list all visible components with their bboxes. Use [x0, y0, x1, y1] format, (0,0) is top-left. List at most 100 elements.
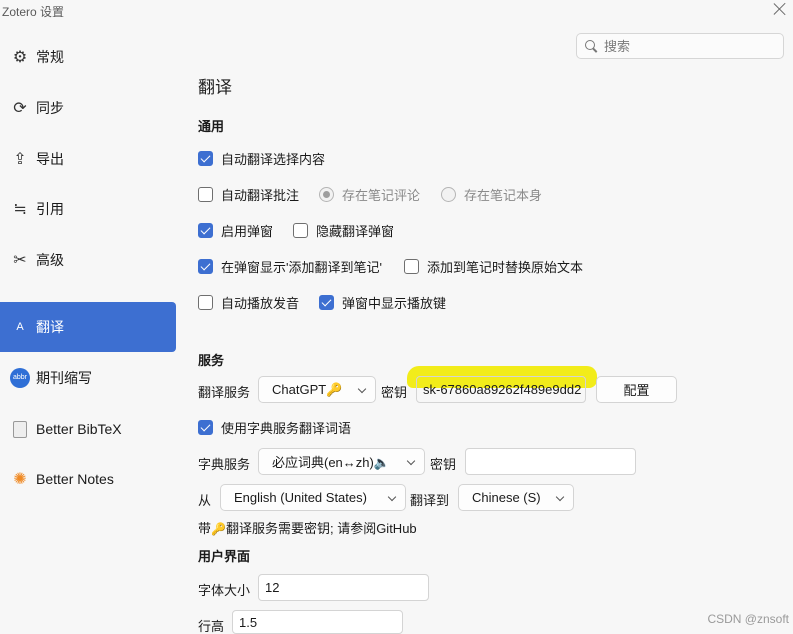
checkbox-unchecked[interactable]	[198, 295, 213, 310]
checkbox-label: 弹窗中显示播放键	[342, 296, 447, 311]
dropdown-value: ChatGPT🔑	[272, 381, 343, 397]
radio-label: 存在笔记本身	[464, 188, 543, 203]
checkbox-label: 自动翻译选择内容	[221, 152, 326, 167]
sidebar-item-label: 翻译	[36, 319, 64, 335]
line-height-input[interactable]: 1.5	[232, 610, 403, 634]
checkbox-label: 隐藏翻译弹窗	[316, 224, 395, 239]
section-service-heading: 服务	[198, 353, 225, 368]
sidebar-item-label: Better Notes	[36, 471, 114, 487]
checkbox-label: 自动翻译批注	[221, 188, 300, 203]
chevron-down-icon	[387, 492, 397, 502]
auto-translate-annotation-checkbox[interactable]: 自动翻译批注	[198, 185, 299, 204]
checkbox-checked[interactable]	[198, 420, 213, 435]
sidebar-item-label: 引用	[36, 201, 64, 217]
radio-selected[interactable]	[319, 187, 334, 202]
to-label: 翻译到	[410, 493, 450, 508]
service-note: 带🔑翻译服务需要密钥; 请参阅GitHub	[198, 518, 417, 537]
target-language-dropdown[interactable]: Chinese (S)	[458, 484, 574, 511]
checkbox-checked[interactable]	[198, 259, 213, 274]
auto-play-checkbox[interactable]: 自动播放发音	[198, 293, 299, 312]
show-play-button-checkbox[interactable]: 弹窗中显示播放键	[319, 293, 446, 312]
chevron-down-icon	[555, 492, 565, 502]
bibtex-icon	[10, 419, 30, 439]
sidebar-item-label: Better BibTeX	[36, 421, 122, 437]
checkbox-checked[interactable]	[319, 295, 334, 310]
watermark: CSDN @znsoft	[707, 612, 789, 626]
dropdown-value: 必应词典(en↔zh)🔈	[272, 455, 391, 470]
enable-popup-checkbox[interactable]: 启用弹窗	[198, 221, 273, 240]
source-language-dropdown[interactable]: English (United States)	[220, 484, 406, 511]
search-input[interactable]	[604, 38, 774, 54]
dict-service-dropdown[interactable]: 必应词典(en↔zh)🔈	[258, 448, 425, 475]
cite-icon: ≒	[13, 201, 27, 218]
gear-icon: ⚙	[12, 49, 28, 66]
auto-translate-selection-checkbox[interactable]: 自动翻译选择内容	[198, 149, 325, 168]
translate-service-dropdown[interactable]: ChatGPT🔑	[258, 376, 376, 403]
sidebar-item-label: 常规	[36, 49, 64, 65]
checkbox-label: 自动播放发音	[221, 296, 300, 311]
checkbox-label: 启用弹窗	[221, 224, 274, 239]
sidebar-item-label: 导出	[36, 151, 64, 167]
chevron-down-icon	[406, 456, 416, 466]
sidebar-item-sync[interactable]: ⟳ 同步	[0, 83, 176, 133]
dropdown-value: English (United States)	[234, 490, 367, 505]
sidebar-item-notes[interactable]: ✺ Better Notes	[0, 454, 176, 504]
use-dict-checkbox[interactable]: 使用字典服务翻译词语	[198, 418, 351, 437]
checkbox-unchecked[interactable]	[404, 259, 419, 274]
show-add-to-note-checkbox[interactable]: 在弹窗显示'添加翻译到笔记'	[198, 257, 382, 276]
export-icon: ⇪	[13, 151, 27, 168]
replace-original-checkbox[interactable]: 添加到笔记时替换原始文本	[404, 257, 583, 276]
page-title: 翻译	[198, 78, 232, 97]
dropdown-value: Chinese (S)	[472, 490, 541, 505]
line-height-value: 1.5	[239, 614, 258, 630]
api-key-input[interactable]: sk-67860a89262f489e9dd2	[416, 376, 586, 403]
sidebar-item-cite[interactable]: ≒ 引用	[0, 184, 176, 234]
key-icon: 🔑	[211, 522, 226, 536]
checkbox-checked[interactable]	[198, 151, 213, 166]
from-label: 从	[198, 493, 212, 508]
radio-store-body[interactable]: 存在笔记本身	[441, 185, 542, 204]
checkbox-label: 添加到笔记时替换原始文本	[427, 260, 584, 275]
checkbox-label: 使用字典服务翻译词语	[221, 421, 352, 436]
font-size-input[interactable]: 12	[258, 574, 429, 601]
abbr-icon: abbr	[10, 368, 30, 388]
sidebar-item-advanced[interactable]: ✂ 高级	[0, 235, 176, 285]
config-button[interactable]: 配置	[596, 376, 677, 403]
sidebar-item-export[interactable]: ⇪ 导出	[0, 134, 176, 184]
font-size-value: 12	[265, 580, 280, 595]
line-height-label: 行高	[198, 619, 225, 634]
radio-store-comment[interactable]: 存在笔记评论	[319, 185, 420, 204]
translate-icon: A	[16, 321, 24, 333]
note-text: 翻译服务需要密钥; 请参阅GitHub	[225, 521, 417, 536]
sidebar-item-abbr[interactable]: abbr 期刊缩写	[0, 353, 176, 403]
window-title: Zotero 设置	[2, 5, 65, 19]
sidebar-item-bibtex[interactable]: Better BibTeX	[0, 404, 176, 454]
api-key-value: sk-67860a89262f489e9dd2	[423, 382, 582, 397]
sidebar: ⚙ 常规 ⟳ 同步 ⇪ 导出 ≒ 引用 ✂ 高级 A 翻译 abbr 期刊缩写 …	[0, 22, 182, 634]
search-icon	[585, 40, 597, 52]
checkbox-checked[interactable]	[198, 223, 213, 238]
sidebar-item-translate[interactable]: A 翻译	[0, 302, 176, 352]
key-label: 密钥	[381, 385, 408, 400]
sidebar-item-label: 期刊缩写	[36, 370, 92, 386]
sidebar-item-label: 高级	[36, 252, 64, 268]
dict-key-label: 密钥	[430, 457, 457, 472]
sidebar-item-general[interactable]: ⚙ 常规	[0, 32, 176, 82]
checkbox-unchecked[interactable]	[293, 223, 308, 238]
chevron-down-icon	[357, 384, 367, 394]
search-box[interactable]	[576, 33, 784, 59]
translate-service-label: 翻译服务	[198, 385, 251, 400]
checkbox-label: 在弹窗显示'添加翻译到笔记'	[221, 260, 382, 275]
section-ui-heading: 用户界面	[198, 549, 251, 564]
section-general-heading: 通用	[198, 119, 225, 134]
notes-icon: ✺	[13, 471, 27, 488]
radio-unselected[interactable]	[441, 187, 456, 202]
dict-key-input[interactable]	[465, 448, 636, 475]
font-size-label: 字体大小	[198, 583, 251, 598]
checkbox-unchecked[interactable]	[198, 187, 213, 202]
sync-icon: ⟳	[13, 100, 27, 117]
dict-service-label: 字典服务	[198, 457, 251, 472]
hide-popup-checkbox[interactable]: 隐藏翻译弹窗	[293, 221, 394, 240]
radio-label: 存在笔记评论	[342, 188, 421, 203]
close-icon[interactable]	[773, 2, 787, 16]
